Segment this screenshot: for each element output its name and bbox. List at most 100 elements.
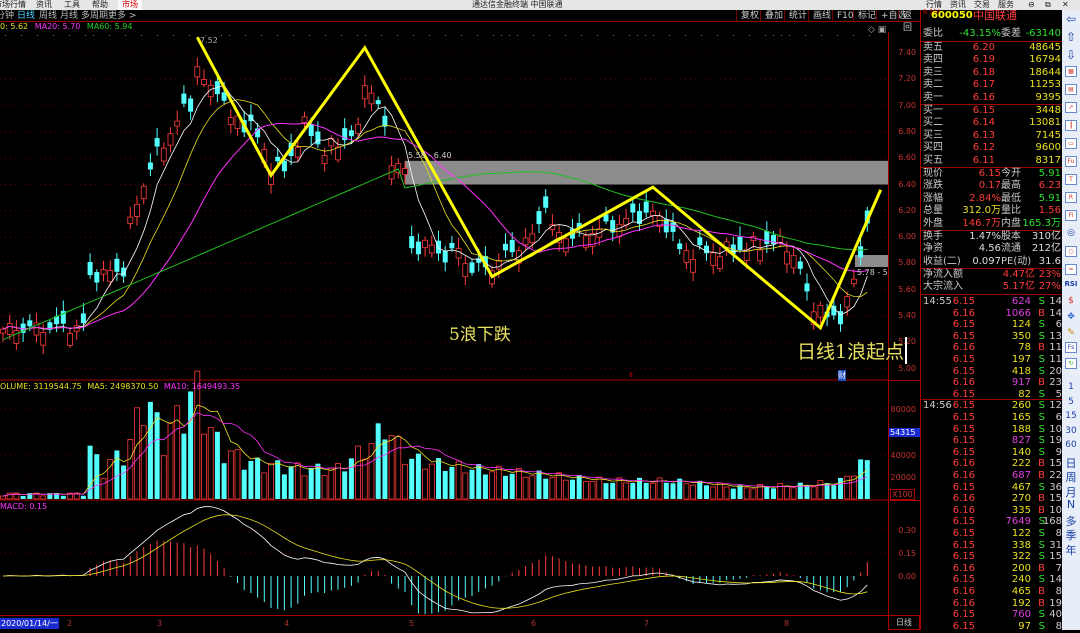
price-tick: 7.00 xyxy=(898,100,916,110)
volume-bar xyxy=(6,492,13,500)
event-dot xyxy=(229,35,230,36)
candle-up xyxy=(422,236,429,257)
close-button[interactable]: ✕ xyxy=(1062,0,1069,10)
text-icon[interactable]: T xyxy=(1062,174,1080,185)
volume-bar xyxy=(797,482,803,499)
info-row: 换手 1.47% 股本 310亿 xyxy=(921,231,1063,243)
candle-up xyxy=(790,248,797,275)
candle-body xyxy=(0,328,6,334)
tick-volume: 418 xyxy=(1011,365,1031,377)
volume-bar xyxy=(549,477,556,500)
period-年[interactable]: 年 xyxy=(1062,542,1080,558)
candle-up xyxy=(140,183,147,205)
arrow-left-icon[interactable]: ⇦ xyxy=(1062,12,1080,26)
label: 委差 xyxy=(1001,28,1021,39)
volume-bar xyxy=(543,478,549,499)
tick-volume: 338 xyxy=(1011,539,1031,551)
volume-bar xyxy=(489,471,496,500)
tick-row: 6.15 338 S 31 xyxy=(921,540,1063,552)
candle-body xyxy=(469,262,475,273)
tick-count: 14 xyxy=(1049,574,1062,586)
period-1[interactable]: 1 xyxy=(1062,382,1080,392)
event-marker[interactable]: 8 xyxy=(629,372,633,379)
level-label: 买五 xyxy=(923,154,943,166)
period-N[interactable]: N xyxy=(1062,498,1080,511)
arrow-up-icon[interactable]: ⇧ xyxy=(1062,30,1080,44)
candle-up xyxy=(616,214,623,245)
event-dot xyxy=(69,35,70,36)
tick-volume: 1066 xyxy=(1005,307,1031,319)
layout-icon[interactable]: ▦ xyxy=(1062,66,1080,77)
minimize-button[interactable]: ⊖ xyxy=(1028,0,1035,10)
candle-body xyxy=(40,332,47,346)
volume-bar xyxy=(428,463,435,500)
period-5[interactable]: 5 xyxy=(1062,397,1080,407)
kline-chart[interactable] xyxy=(0,0,888,615)
event-dot xyxy=(37,35,38,36)
grid-icon[interactable]: ▤ xyxy=(1062,84,1080,95)
event-dot xyxy=(781,35,782,36)
refresh-icon[interactable]: ↻ xyxy=(1062,358,1080,369)
move-icon[interactable]: ✥ xyxy=(1062,312,1080,322)
amount: 5.17亿 xyxy=(1002,281,1035,293)
money-icon[interactable]: $ xyxy=(1062,296,1080,306)
candle-body xyxy=(6,323,13,335)
candle-body xyxy=(503,243,508,251)
volume-bar xyxy=(831,485,837,499)
candle-body xyxy=(134,203,140,218)
restore-button[interactable]: ⧉ xyxy=(1045,0,1051,10)
ma60-line xyxy=(2,168,868,341)
period-15[interactable]: 15 xyxy=(1062,411,1080,421)
candle-up xyxy=(174,110,181,135)
event-dot xyxy=(189,35,190,36)
candle-icon[interactable]: ┃ xyxy=(1062,120,1080,131)
arrow-down-icon[interactable]: ⇩ xyxy=(1062,48,1080,62)
period-indicator: 日线 xyxy=(888,615,920,630)
volume-bar xyxy=(355,445,362,500)
pen-icon[interactable]: ✎ xyxy=(1062,328,1080,338)
volume-bar xyxy=(603,483,609,499)
tick-volume: 467 xyxy=(1011,481,1031,493)
stat-row: 涨跌 0.17 最高 6.23 xyxy=(921,180,1063,192)
event-dot xyxy=(21,35,22,36)
line-chart-icon[interactable]: ↗ xyxy=(1062,102,1080,113)
value: 312.0万 xyxy=(962,205,1001,217)
candle-body xyxy=(321,155,328,164)
report-icon[interactable]: R xyxy=(1062,192,1080,203)
label: 净流入额 xyxy=(923,269,963,280)
volume-bar xyxy=(784,485,790,500)
candle-down xyxy=(643,191,649,218)
wave-icon[interactable]: ≈ xyxy=(1062,264,1080,275)
candle-up xyxy=(207,79,214,106)
tab-news[interactable]: 资讯 xyxy=(950,0,966,10)
value: 0.17 xyxy=(978,180,1001,192)
label: 涨幅 xyxy=(923,192,943,204)
fs-icon[interactable]: Fs xyxy=(1062,342,1080,353)
volume-bar xyxy=(723,486,730,500)
event-dot xyxy=(93,35,94,36)
event-dot xyxy=(429,35,430,36)
value: 212亿 xyxy=(1031,243,1061,255)
event-dot xyxy=(685,35,686,36)
tick-row: 6.15 350 S 13 xyxy=(921,331,1063,343)
volume-bar xyxy=(455,460,462,500)
back-button[interactable]: 返回 xyxy=(898,10,920,33)
event-dot xyxy=(341,35,342,36)
tick-price: 6.15 xyxy=(952,296,975,307)
fund-icon[interactable]: Fu xyxy=(1062,156,1080,167)
period-60[interactable]: 60 xyxy=(1062,440,1080,450)
event-dot xyxy=(53,35,54,36)
tick-count: 15 xyxy=(1049,551,1062,563)
volume-ma10: MA10: 1649493.35 xyxy=(163,382,241,391)
event-dot xyxy=(261,35,262,36)
rsi-icon[interactable]: RSI xyxy=(1062,280,1080,288)
candle-down xyxy=(87,253,93,279)
fig-icon[interactable]: Fi xyxy=(1062,210,1080,221)
window-icon[interactable]: ▭ xyxy=(1062,138,1080,149)
circle-icon[interactable]: ○ xyxy=(1062,246,1080,257)
level-label: 买四 xyxy=(923,142,943,154)
tick-time: 14:56 xyxy=(923,400,952,412)
globe-icon[interactable]: ◎ xyxy=(1062,228,1080,238)
finance-marker[interactable]: 财 xyxy=(838,370,846,381)
period-30[interactable]: 30 xyxy=(1062,426,1080,436)
